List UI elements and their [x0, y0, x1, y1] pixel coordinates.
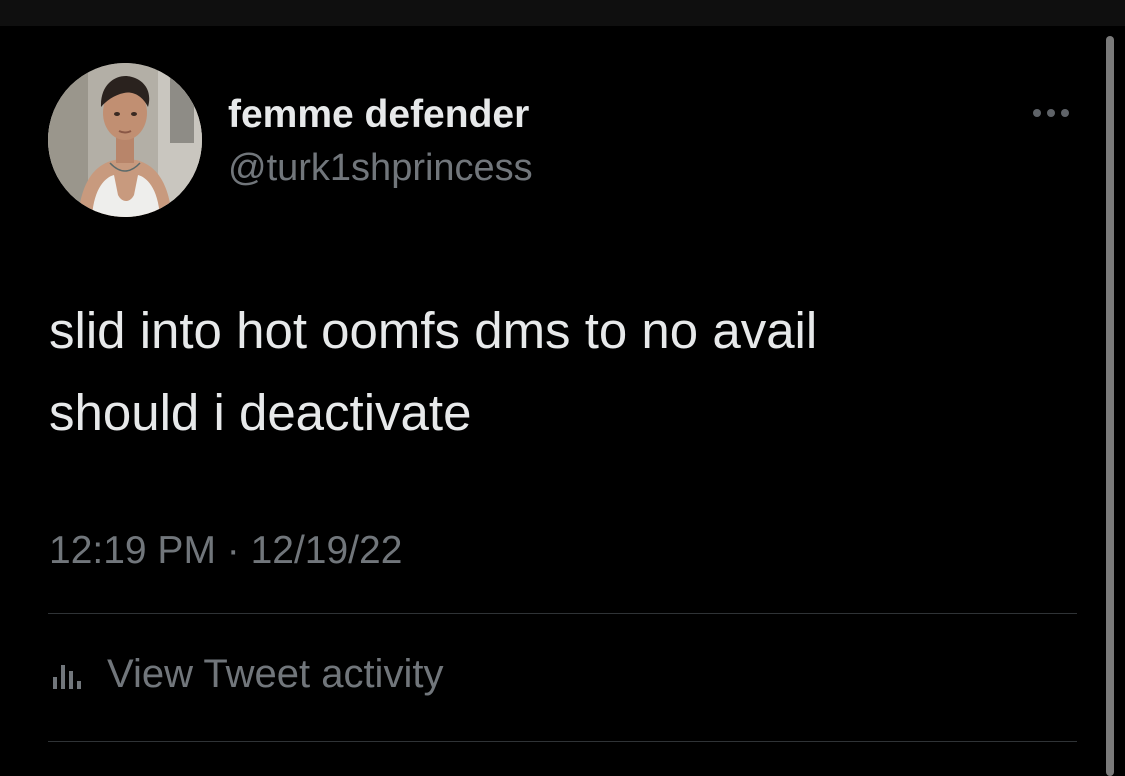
- tweet-text: slid into hot oomfs dms to no avail shou…: [49, 290, 1089, 454]
- display-name[interactable]: femme defender: [228, 92, 529, 138]
- bar-chart-icon: [53, 665, 81, 689]
- more-horizontal-icon-dot: [1061, 109, 1069, 117]
- view-tweet-activity-label: View Tweet activity: [107, 651, 444, 696]
- scrollbar-thumb[interactable]: [1106, 36, 1114, 776]
- divider: [48, 613, 1077, 614]
- profile-photo-icon: [48, 63, 202, 217]
- view-tweet-activity-button[interactable]: View Tweet activity: [49, 648, 443, 700]
- more-horizontal-icon: [1033, 109, 1041, 117]
- more-horizontal-icon-dot: [1047, 109, 1055, 117]
- user-handle[interactable]: @turk1shprincess: [228, 145, 533, 191]
- divider: [48, 741, 1077, 742]
- top-bar: [0, 0, 1125, 26]
- tweet-timestamp[interactable]: 12:19 PM · 12/19/22: [49, 527, 402, 575]
- avatar[interactable]: [48, 63, 202, 217]
- tweet-text-line: slid into hot oomfs dms to no avail: [49, 302, 818, 359]
- more-options-button[interactable]: [1026, 98, 1076, 128]
- tweet-text-line: should i deactivate: [49, 384, 472, 441]
